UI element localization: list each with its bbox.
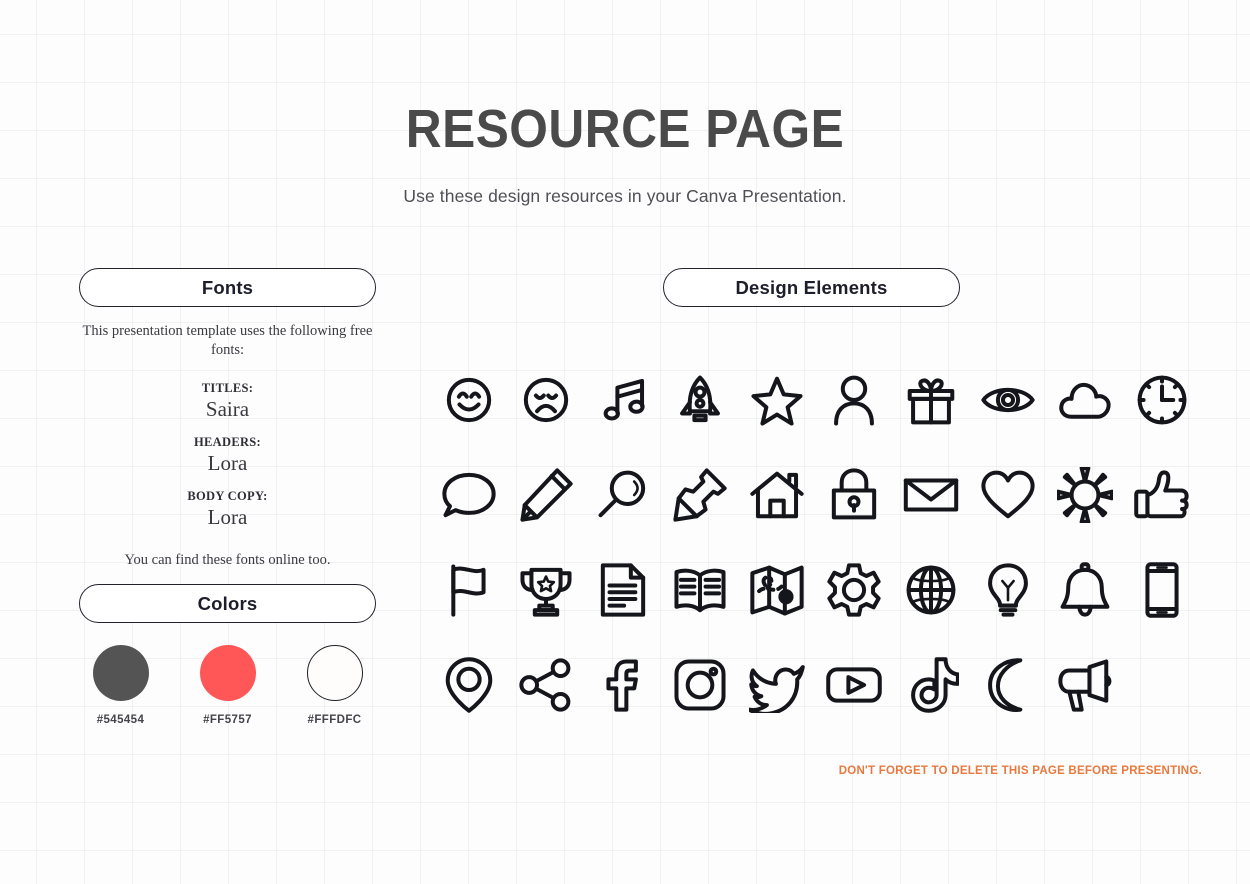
smartphone-icon[interactable] [1130, 558, 1194, 622]
color-swatch[interactable]: #FFFDFC [293, 645, 376, 726]
globe-icon[interactable] [899, 558, 963, 622]
design-elements-grid [430, 352, 1200, 732]
instagram-icon[interactable] [668, 653, 732, 717]
book-icon[interactable] [668, 558, 732, 622]
sad-face-icon[interactable] [514, 368, 578, 432]
cloud-icon[interactable] [1053, 368, 1117, 432]
facebook-icon[interactable] [591, 653, 655, 717]
magnifying-glass-icon[interactable] [591, 463, 655, 527]
fonts-outro-text: You can find these fonts online too. [124, 551, 331, 568]
font-name-titles: Saira [205, 397, 250, 422]
moon-icon[interactable] [976, 653, 1040, 717]
clock-icon[interactable] [1130, 368, 1194, 432]
heart-icon[interactable] [976, 463, 1040, 527]
star-icon[interactable] [745, 368, 809, 432]
section-header-colors: Colors [79, 584, 376, 623]
color-swatch-dot [306, 645, 363, 701]
person-icon[interactable] [822, 368, 886, 432]
smiley-face-icon[interactable] [437, 368, 501, 432]
color-swatch-hex: #FFFDFC [307, 714, 362, 726]
color-swatch-dot [92, 645, 149, 701]
eye-icon[interactable] [976, 368, 1040, 432]
color-swatch-hex: #545454 [96, 714, 145, 726]
lock-icon[interactable] [822, 463, 886, 527]
tiktok-icon[interactable] [899, 653, 963, 717]
megaphone-icon[interactable] [1053, 653, 1117, 717]
fonts-panel: This presentation template uses the foll… [79, 322, 376, 569]
sun-icon[interactable] [1053, 463, 1117, 527]
trophy-icon[interactable] [514, 558, 578, 622]
font-role-headers: HEADERS: [194, 435, 261, 450]
section-header-design-elements: Design Elements [663, 268, 960, 307]
section-header-design-elements-label: Design Elements [735, 276, 888, 298]
pencil-icon[interactable] [514, 463, 578, 527]
color-swatch[interactable]: #FF5757 [186, 645, 269, 726]
font-role-titles: TITLES: [201, 381, 254, 396]
rocket-icon[interactable] [668, 368, 732, 432]
font-entry-headers: HEADERS: Lora [79, 435, 376, 475]
map-icon[interactable] [745, 558, 809, 622]
color-swatch[interactable]: #545454 [79, 645, 162, 726]
page-subtitle: Use these design resources in your Canva… [403, 186, 847, 206]
delete-page-warning: DON'T FORGET TO DELETE THIS PAGE BEFORE … [838, 765, 1202, 777]
section-header-fonts-label: Fonts [201, 276, 254, 298]
twitter-icon[interactable] [745, 653, 809, 717]
flag-icon[interactable] [437, 558, 501, 622]
color-swatch-list: #545454 #FF5757 #FFFDFC [79, 645, 376, 726]
pushpin-icon[interactable] [668, 463, 732, 527]
speech-bubble-icon[interactable] [437, 463, 501, 527]
font-name-body-copy: Lora [207, 505, 248, 530]
color-swatch-dot [199, 645, 256, 701]
color-swatch-hex: #FF5757 [203, 714, 252, 726]
house-icon[interactable] [745, 463, 809, 527]
font-name-headers: Lora [207, 451, 248, 476]
youtube-icon[interactable] [822, 653, 886, 717]
font-entry-body-copy: BODY COPY: Lora [79, 489, 376, 529]
lightbulb-icon[interactable] [976, 558, 1040, 622]
font-role-body-copy: BODY COPY: [187, 489, 268, 504]
gift-icon[interactable] [899, 368, 963, 432]
thumbs-up-icon[interactable] [1130, 463, 1194, 527]
fonts-intro-text: This presentation template uses the foll… [82, 323, 373, 358]
envelope-icon[interactable] [899, 463, 963, 527]
bell-icon[interactable] [1053, 558, 1117, 622]
font-entry-titles: TITLES: Saira [79, 381, 376, 421]
page-title: RESOURCE PAGE [405, 99, 845, 159]
gear-icon[interactable] [822, 558, 886, 622]
location-pin-icon[interactable] [437, 653, 501, 717]
share-icon[interactable] [514, 653, 578, 717]
section-header-fonts: Fonts [79, 268, 376, 307]
music-note-icon[interactable] [591, 368, 655, 432]
section-header-colors-label: Colors [197, 592, 258, 614]
document-icon[interactable] [591, 558, 655, 622]
